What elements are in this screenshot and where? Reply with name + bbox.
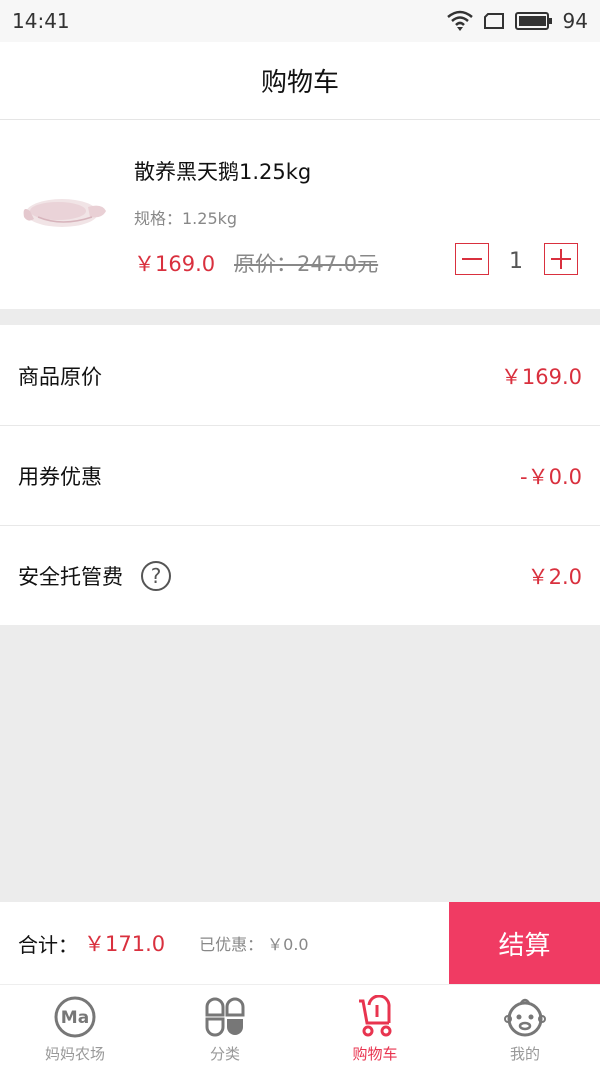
tab-label: 分类 (209, 1045, 240, 1063)
tab-category[interactable]: 分类 (150, 985, 300, 1067)
tab-label: 妈妈农场 (44, 1045, 105, 1063)
product-image[interactable] (18, 181, 110, 241)
battery-icon (514, 12, 553, 30)
status-icons: 94 (446, 9, 588, 33)
page-title: 购物车 (260, 68, 339, 98)
checkout-bar: 合计： ￥171.0 已优惠： ￥0.0 结算 (0, 902, 600, 984)
total-value: ￥171.0 (84, 932, 166, 956)
ma-logo-icon: Ma (53, 995, 97, 1039)
custody-fee-row: 安全托管费 ? ￥2.0 (0, 527, 600, 625)
help-icon[interactable]: ? (141, 561, 171, 591)
product-spec: 规格：1.25kg (134, 209, 238, 228)
quantity-increase-button[interactable] (544, 243, 578, 275)
custody-fee-label: 安全托管费 (18, 565, 123, 589)
nav-bar: 购物车 (0, 42, 600, 120)
status-time: 14:41 (12, 9, 70, 33)
screen-rotation-icon (483, 12, 505, 30)
tab-bar: Ma 妈妈农场 分类 购物车 我的 (0, 984, 600, 1067)
total-label: 合计： (18, 932, 78, 957)
battery-level: 94 (562, 9, 588, 33)
product-name[interactable]: 散养黑天鹅1.25kg (134, 156, 311, 186)
tab-farm[interactable]: Ma 妈妈农场 (0, 985, 150, 1067)
original-price-value: ￥169.0 (500, 364, 582, 389)
custody-fee-value: ￥2.0 (527, 565, 582, 589)
original-price-row: 商品原价 ￥169.0 (0, 326, 600, 426)
coupon-row[interactable]: 用券优惠 -￥0.0 (0, 426, 600, 526)
quantity-value: 1 (509, 249, 523, 274)
coupon-value: -￥0.0 (520, 464, 582, 489)
baby-face-icon (503, 995, 547, 1039)
section-divider (0, 309, 600, 325)
product-original-price: 原价：247.0元 (234, 252, 379, 276)
tab-label: 购物车 (352, 1045, 398, 1063)
cart-item[interactable]: 散养黑天鹅1.25kg 规格：1.25kg ￥169.0 原价：247.0元 1 (0, 121, 600, 309)
wifi-icon (446, 10, 473, 32)
original-price-label: 商品原价 (18, 364, 102, 389)
tab-cart[interactable]: 购物车 (300, 985, 450, 1067)
discount-label: 已优惠： (199, 935, 264, 954)
discount-value: ￥0.0 (267, 935, 309, 954)
svg-text:Ma: Ma (61, 1008, 89, 1028)
tab-mine[interactable]: 我的 (450, 985, 600, 1067)
status-bar: 14:41 94 (0, 0, 600, 42)
category-icon (203, 995, 247, 1039)
stroller-cart-icon (353, 995, 397, 1039)
quantity-decrease-button[interactable] (455, 243, 489, 275)
tab-label: 我的 (509, 1045, 540, 1063)
product-price: ￥169.0 (134, 252, 216, 276)
checkout-button[interactable]: 结算 (449, 902, 600, 984)
empty-area (0, 625, 600, 902)
coupon-label: 用券优惠 (18, 464, 102, 489)
